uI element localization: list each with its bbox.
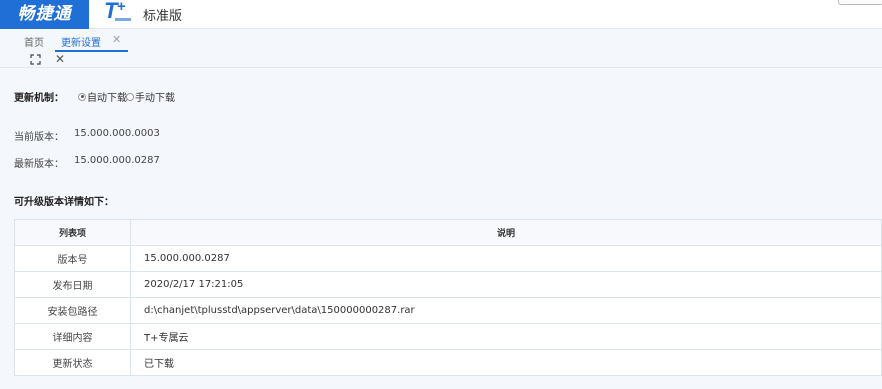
table-header-row: 列表项 说明 — [14, 219, 882, 246]
table-row: 更新状态 已下载 — [14, 349, 882, 376]
tab-bar: 首页 更新设置 ✕ — [0, 29, 882, 52]
latest-version-label: 最新版本： — [14, 159, 64, 170]
product-logo-icon: T + — [104, 0, 131, 23]
top-bar: 畅捷通 T + 标准版 — [0, 0, 882, 29]
brand-logo: 畅捷通 — [0, 0, 89, 29]
latest-version-value: 15.000.000.0287 — [74, 155, 160, 166]
table-cell-key: 发布日期 — [14, 271, 131, 298]
auto-download-option[interactable]: 自动下载 — [78, 89, 127, 104]
tab-update-settings[interactable]: 更新设置 — [61, 34, 101, 49]
manual-download-label[interactable]: 手动下载 — [135, 89, 175, 104]
table-row: 详细内容 T+专属云 — [14, 323, 882, 350]
table-header-item: 列表项 — [14, 219, 131, 246]
radio-selected-icon[interactable] — [78, 92, 86, 101]
details-title: 可升级版本详情如下： — [14, 197, 114, 208]
close-all-icon[interactable]: ✕ — [55, 52, 65, 66]
table-cell-value: 15.000.000.0287 — [130, 245, 882, 272]
table-row: 安装包路径 d:\chanjet\tplusstd\appserver\data… — [14, 297, 882, 324]
window-control[interactable] — [838, 0, 882, 5]
tool-row: ✕ — [0, 51, 882, 68]
manual-download-option[interactable]: 手动下载 — [126, 89, 175, 104]
auto-download-label[interactable]: 自动下载 — [87, 89, 127, 104]
current-version-value: 15.000.000.0003 — [74, 128, 160, 139]
table-cell-value: d:\chanjet\tplusstd\appserver\data\15000… — [130, 297, 882, 324]
table-cell-key: 详细内容 — [14, 323, 131, 350]
tab-home[interactable]: 首页 — [24, 34, 44, 49]
edition-label: 标准版 — [143, 9, 183, 24]
current-version-label: 当前版本： — [14, 132, 64, 143]
svg-text:+: + — [117, 0, 126, 15]
table-header-description: 说明 — [130, 219, 882, 246]
close-icon[interactable]: ✕ — [112, 33, 121, 46]
table-cell-key: 更新状态 — [14, 349, 131, 376]
table-cell-key: 版本号 — [14, 245, 131, 272]
table-cell-value: 已下载 — [130, 349, 882, 376]
mechanism-label: 更新机制： — [14, 93, 64, 104]
table-cell-value: 2020/2/17 17:21:05 — [130, 271, 882, 298]
version-details-table: 列表项 说明 版本号 15.000.000.0287 发布日期 2020/2/1… — [14, 219, 882, 376]
radio-unselected-icon[interactable] — [126, 92, 134, 101]
table-cell-value: T+专属云 — [130, 323, 882, 350]
table-row: 发布日期 2020/2/17 17:21:05 — [14, 271, 882, 298]
expand-icon[interactable] — [30, 54, 41, 65]
table-row: 版本号 15.000.000.0287 — [14, 245, 882, 272]
table-cell-key: 安装包路径 — [14, 297, 131, 324]
